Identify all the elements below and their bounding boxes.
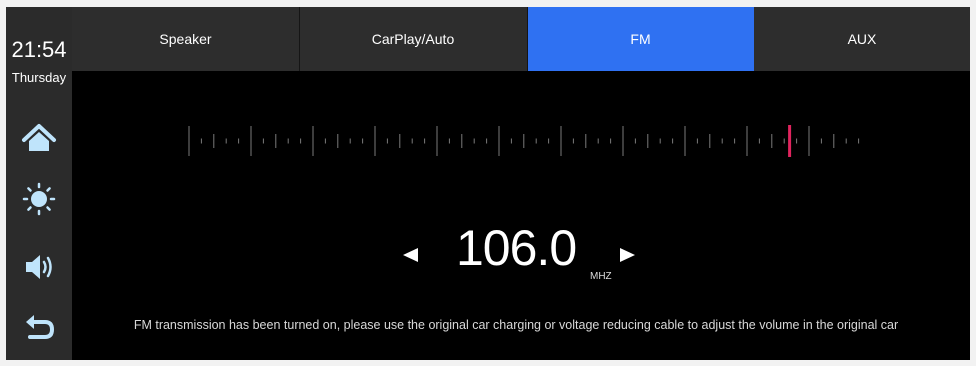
frequency-ruler[interactable] bbox=[6, 7, 970, 360]
triangle-right-icon[interactable] bbox=[618, 245, 638, 265]
frequency-display: 106.0 MHZ bbox=[6, 217, 970, 297]
frequency-unit: MHZ bbox=[590, 271, 612, 282]
fm-notice-text: FM transmission has been turned on, plea… bbox=[133, 318, 899, 332]
tuner-marker[interactable] bbox=[788, 125, 792, 157]
triangle-left-icon[interactable] bbox=[400, 245, 420, 265]
car-display: 21:54 Thursday Speaker CarPlay/Auto FM A… bbox=[6, 7, 970, 360]
frequency-value: 106.0 bbox=[456, 220, 577, 276]
